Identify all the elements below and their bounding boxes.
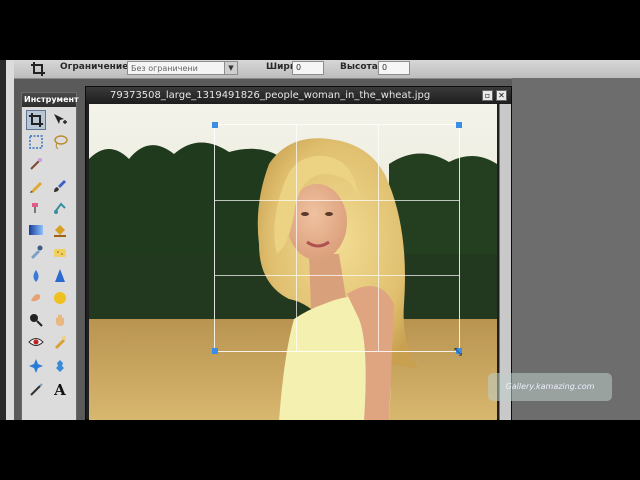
crop-grid-line — [378, 125, 379, 351]
photo-canvas[interactable]: ⤡ — [89, 104, 497, 420]
crop-grid-line — [215, 275, 459, 276]
crop-grid-line — [215, 200, 459, 201]
clone-icon[interactable] — [26, 198, 46, 218]
zoom-icon[interactable] — [26, 380, 46, 400]
dodge-icon[interactable] — [50, 288, 70, 308]
width-input[interactable]: 0 — [292, 61, 324, 75]
watermark-logo: Gallery.kamazing.com — [488, 373, 612, 401]
image-window: 79373508_large_1319491826_people_woman_i… — [85, 86, 512, 420]
pencil-icon[interactable] — [26, 176, 46, 196]
red-eye-icon[interactable] — [26, 332, 46, 352]
crop-handle-tr[interactable] — [456, 122, 462, 128]
move-icon[interactable] — [50, 110, 70, 130]
options-toolbar: Ограничение: Без ограничени ▼ Ширина: 0 … — [14, 60, 640, 79]
crop-handle-tl[interactable] — [212, 122, 218, 128]
pen-icon[interactable] — [50, 356, 70, 376]
lasso-icon[interactable] — [50, 132, 70, 152]
fill-icon[interactable] — [50, 220, 70, 240]
marquee-icon[interactable] — [26, 132, 46, 152]
constraint-select[interactable]: Без ограничени — [127, 61, 225, 75]
burn-icon[interactable] — [26, 310, 46, 330]
app-window: Ограничение: Без ограничени ▼ Ширина: 0 … — [0, 60, 640, 420]
crop-selection[interactable] — [212, 122, 462, 354]
blur-drop-icon[interactable] — [26, 266, 46, 286]
right-panel — [512, 78, 640, 420]
left-edge — [0, 60, 14, 420]
image-window-title: 79373508_large_1319491826_people_woman_i… — [86, 87, 511, 104]
height-input[interactable]: 0 — [378, 61, 410, 75]
left-edge-strip — [6, 60, 14, 420]
wand-icon[interactable] — [26, 154, 46, 174]
sponge-icon[interactable] — [50, 242, 70, 262]
height-label: Высота: — [340, 62, 382, 72]
close-icon[interactable]: ✕ — [496, 90, 507, 101]
crop-tool-icon — [31, 62, 45, 76]
crop-icon[interactable] — [26, 110, 46, 130]
sharpen-icon[interactable] — [50, 266, 70, 286]
constraint-label: Ограничение: — [60, 62, 132, 72]
bloat-icon[interactable] — [26, 356, 46, 376]
crop-handle-bl[interactable] — [212, 348, 218, 354]
brush-icon[interactable] — [50, 176, 70, 196]
replace-color-icon[interactable] — [50, 198, 70, 218]
spot-heal-icon[interactable] — [50, 332, 70, 352]
text-icon[interactable]: A — [50, 380, 70, 400]
tools-panel: Инструмент A — [21, 92, 79, 420]
tools-panel-title: Инструмент — [22, 93, 79, 107]
color-picker-icon[interactable] — [26, 242, 46, 262]
smudge-icon[interactable] — [26, 288, 46, 308]
gradient-icon[interactable] — [26, 220, 46, 240]
crop-grid-line — [296, 125, 297, 351]
resize-cursor-icon: ⤡ — [454, 347, 462, 358]
maximize-icon[interactable]: ▫ — [482, 90, 493, 101]
chevron-down-icon[interactable]: ▼ — [224, 61, 238, 75]
hand-icon[interactable] — [50, 310, 70, 330]
